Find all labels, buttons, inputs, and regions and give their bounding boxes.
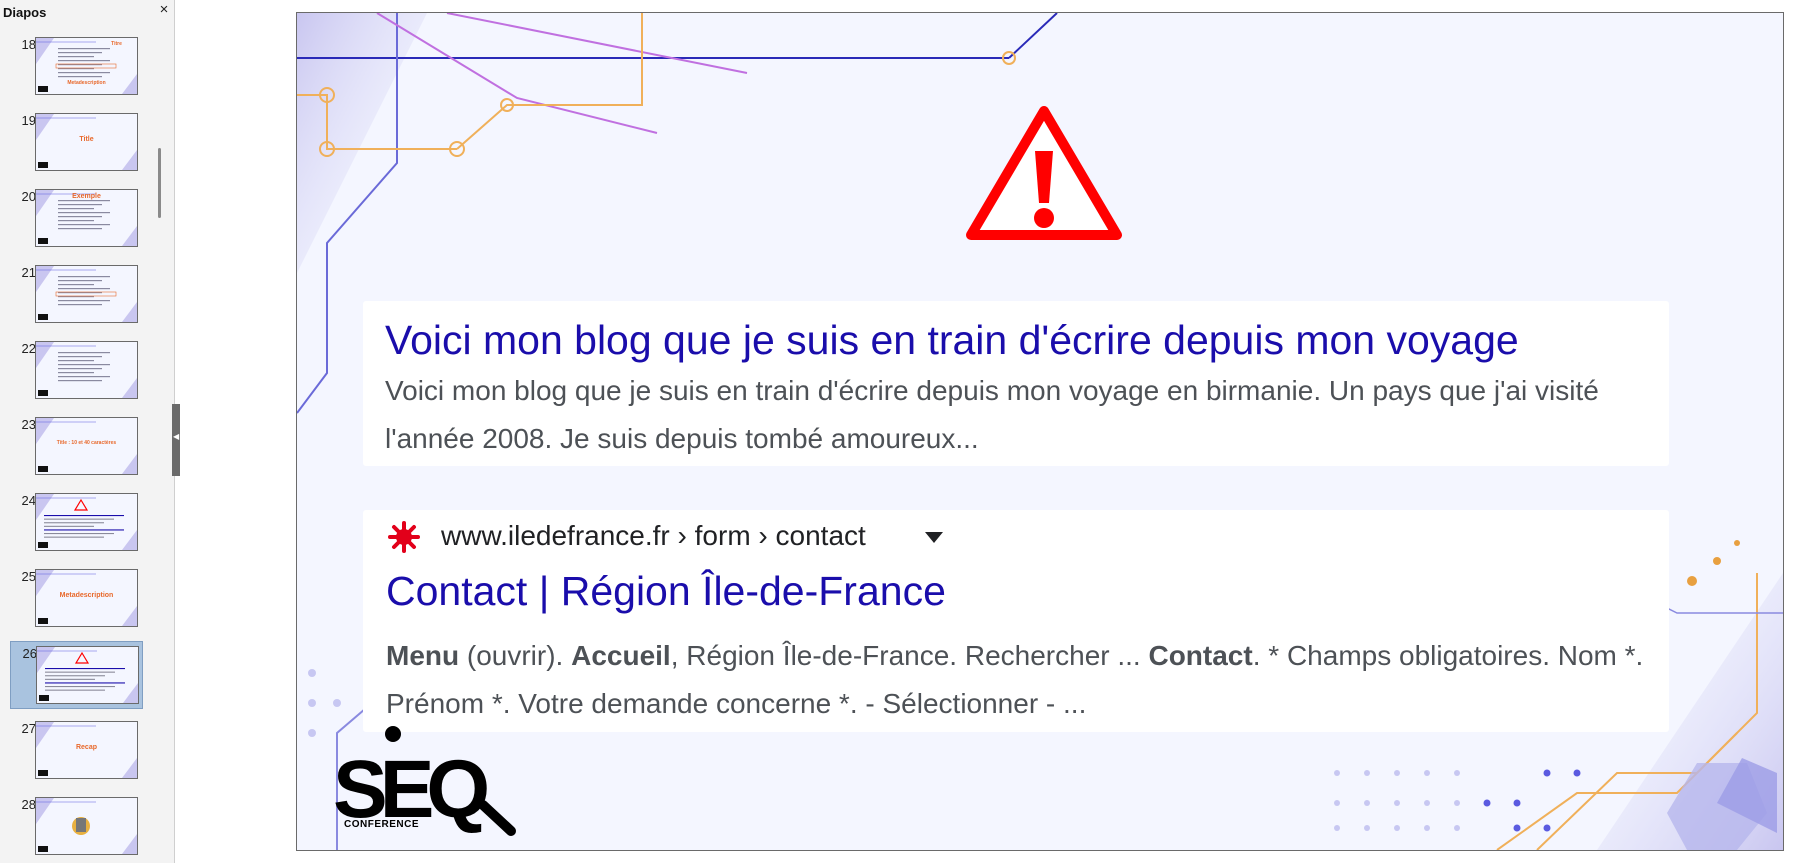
slide-thumbnail-21[interactable]: 21: [10, 261, 143, 329]
slide-thumbnail-preview: [36, 646, 139, 704]
thumbnail-accent-text: Titre: [111, 41, 122, 47]
desc-text: , Région Île-de-France. Rechercher ...: [670, 640, 1149, 671]
thumbnail-caption: Title : 10 et 40 caractères: [56, 440, 117, 446]
slide-thumbnail-preview: Titre Metadescription: [35, 37, 138, 95]
logo-subtext: CONFERENCE: [344, 819, 420, 830]
slide-thumbnail-23[interactable]: 23 Title : 10 et 40 caractères: [10, 413, 143, 481]
collapse-panel-handle[interactable]: ◀: [172, 404, 180, 476]
slide-thumbnail-24[interactable]: 24: [10, 489, 143, 557]
thumbnail-scrollbar[interactable]: [158, 148, 161, 218]
slide-thumbnail-preview: [35, 341, 138, 399]
thumbnail-caption: Recap: [75, 744, 97, 751]
desc-bold-accueil: Accueil: [571, 640, 671, 671]
slide-number: 18: [21, 37, 36, 52]
slide-thumbnail-preview: Exemple: [35, 189, 138, 247]
slides-panel-title: Diapos: [3, 5, 47, 20]
slide-number: 22: [21, 341, 36, 356]
slide-number: 25: [21, 569, 36, 584]
thumbnail-decoration: [36, 266, 137, 322]
slide-thumbnail-list[interactable]: 18 Titre Metadescription 19 Title 20 Exemple 21…: [0, 31, 160, 863]
thumbnail-caption: Metadescription: [59, 592, 114, 599]
slide-thumbnail-preview: [35, 797, 138, 855]
result-description: Menu (ouvrir). Accueil, Région Île-de-Fr…: [386, 632, 1661, 728]
result-description: Voici mon blog que je suis en train d'éc…: [385, 375, 1599, 454]
slide-thumbnail-28[interactable]: 28: [10, 793, 143, 861]
thumbnail-caption: Exemple: [72, 193, 101, 200]
caret-down-icon[interactable]: [925, 532, 943, 543]
result-title-link[interactable]: Contact | Région Île-de-France: [386, 568, 946, 615]
desc-text: (ouvrir).: [459, 640, 572, 671]
close-icon[interactable]: ×: [157, 2, 171, 17]
thumbnail-decoration: [36, 418, 137, 474]
thumbnail-decoration: [36, 342, 137, 398]
slide-thumbnail-19[interactable]: 19 Title: [10, 109, 143, 177]
search-result-card-contact: www.iledefrance.fr › form › contact Cont…: [363, 510, 1669, 732]
slide-number: 23: [21, 417, 36, 432]
slide-thumbnail-preview: Title : 10 et 40 caractères: [35, 417, 138, 475]
desc-bold-menu: Menu: [386, 640, 460, 671]
slide-canvas[interactable]: Voici mon blog que je suis en train d'éc…: [296, 12, 1784, 851]
slides-panel-header: Diapos ×: [0, 0, 175, 24]
slide-thumbnail-preview: Recap: [35, 721, 138, 779]
search-result-card-blog: Voici mon blog que je suis en train d'éc…: [363, 301, 1669, 466]
thumbnail-caption: Title: [79, 136, 94, 143]
slide-thumbnail-preview: [35, 493, 138, 551]
slide-number: 21: [21, 265, 36, 280]
slides-panel: Diapos × 18 Titre Metadescription 19 Title 20…: [0, 0, 175, 863]
slide-number: 20: [21, 189, 36, 204]
slide-number: 28: [21, 797, 36, 812]
slide-thumbnail-25[interactable]: 25 Metadescription: [10, 565, 143, 633]
thumbnail-decoration: [36, 798, 137, 854]
slide-number: 26: [22, 646, 37, 661]
slide-number: 24: [21, 493, 36, 508]
warning-icon: [966, 106, 1122, 240]
thumbnail-caption: Metadescription: [67, 80, 106, 86]
result-title-link[interactable]: Voici mon blog que je suis en train d'éc…: [385, 317, 1519, 364]
site-favicon-icon: [388, 521, 420, 553]
slide-thumbnail-preview: Title: [35, 113, 138, 171]
slide-thumbnail-26[interactable]: 26: [10, 641, 143, 709]
result-url-breadcrumb[interactable]: www.iledefrance.fr › form › contact: [441, 520, 866, 552]
slide-thumbnail-preview: Metadescription: [35, 569, 138, 627]
slide-number: 19: [21, 113, 36, 128]
chevron-left-icon: ◀: [173, 432, 180, 441]
slide-thumbnail-22[interactable]: 22: [10, 337, 143, 405]
slide-thumbnail-preview: [35, 265, 138, 323]
desc-bold-contact: Contact: [1148, 640, 1253, 671]
thumbnail-decoration: [37, 647, 138, 703]
thumbnail-decoration: [36, 494, 137, 550]
slide-thumbnail-20[interactable]: 20 Exemple: [10, 185, 143, 253]
slide-thumbnail-18[interactable]: 18 Titre Metadescription: [10, 33, 143, 101]
slide-number: 27: [21, 721, 36, 736]
slide-thumbnail-27[interactable]: 27 Recap: [10, 717, 143, 785]
